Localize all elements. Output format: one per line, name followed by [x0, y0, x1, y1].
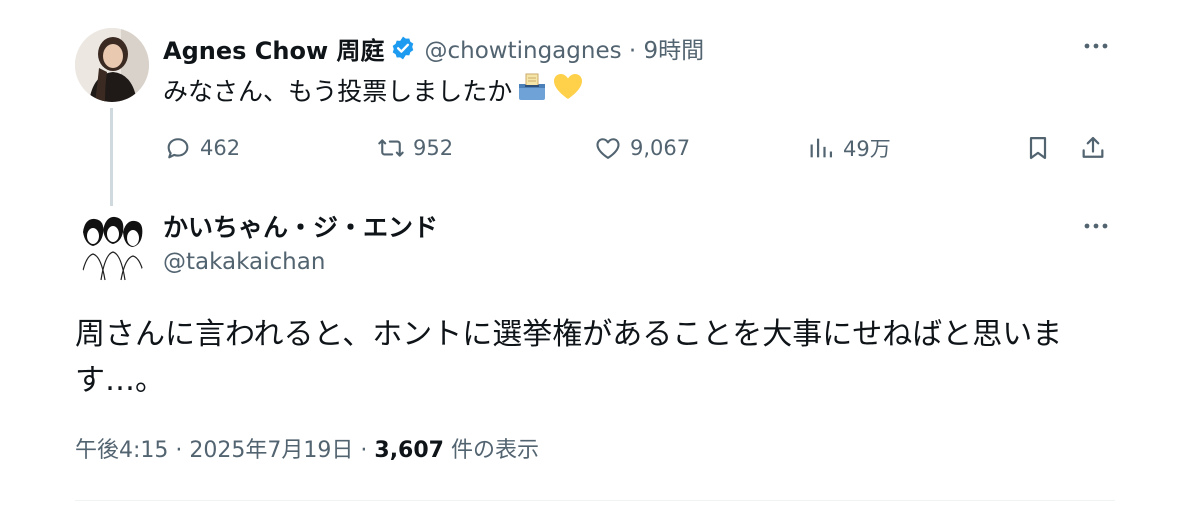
more-dots-icon: [1084, 223, 1108, 229]
repost-button[interactable]: 952: [377, 128, 453, 168]
yellow-heart-icon: [552, 72, 584, 108]
views-button[interactable]: 49万: [807, 128, 891, 168]
user-handle[interactable]: @takakaichan: [163, 249, 325, 275]
tweet-date[interactable]: 2025年7月19日: [189, 438, 353, 463]
tweet-text-body: みなさん、もう投票しましたか: [163, 77, 513, 106]
more-options-button[interactable]: [1078, 32, 1114, 60]
analytics-icon: [810, 138, 833, 158]
bookmark-icon: [1029, 136, 1047, 160]
repost-icon: [378, 139, 404, 157]
tweet-text: 周さんに言われると、ホントに選挙権があることを大事にせねばと思います…。: [75, 317, 1063, 398]
display-name[interactable]: Agnes Chow 周庭: [163, 31, 384, 66]
like-button[interactable]: 9,067: [594, 128, 690, 168]
tweet-text: みなさん、もう投票しましたか: [163, 72, 584, 108]
share-icon: [1082, 136, 1104, 158]
separator-dot: ·: [175, 438, 183, 463]
share-button[interactable]: [1079, 128, 1115, 168]
more-options-button[interactable]: [1078, 212, 1114, 240]
reply-button[interactable]: 462: [164, 128, 240, 168]
view-suffix: 件の表示: [450, 438, 539, 463]
reply-icon: [167, 138, 189, 159]
tweet-header: Agnes Chow 周庭 @chowtingagnes · 9時間: [163, 30, 704, 66]
heart-icon: [596, 138, 620, 159]
like-count: 9,067: [630, 136, 691, 160]
verified-badge-icon: [390, 35, 416, 61]
separator-dot: ·: [628, 38, 637, 64]
bookmark-button[interactable]: [1024, 128, 1060, 168]
divider: [75, 500, 1115, 501]
tweet-time[interactable]: 午後4:15: [75, 438, 168, 463]
ballot-box-icon: [516, 72, 548, 108]
avatar[interactable]: [75, 210, 149, 284]
more-dots-icon: [1084, 43, 1108, 49]
display-name[interactable]: かいちゃん・ジ・エンド: [163, 208, 438, 244]
view-count: 49万: [843, 137, 891, 161]
tweet-actions-bar: 462 952 9,067 49万: [0, 128, 1179, 168]
tweet-meta: 午後4:15 · 2025年7月19日 · 3,607 件の表示: [75, 432, 539, 464]
user-handle[interactable]: @chowtingagnes: [424, 38, 621, 64]
tweet-time[interactable]: 9時間: [644, 38, 705, 64]
view-count: 3,607: [374, 438, 444, 463]
avatar[interactable]: [75, 28, 149, 102]
reply-count: 462: [200, 136, 241, 160]
repost-count: 952: [413, 136, 454, 160]
separator-dot: ·: [360, 438, 368, 463]
